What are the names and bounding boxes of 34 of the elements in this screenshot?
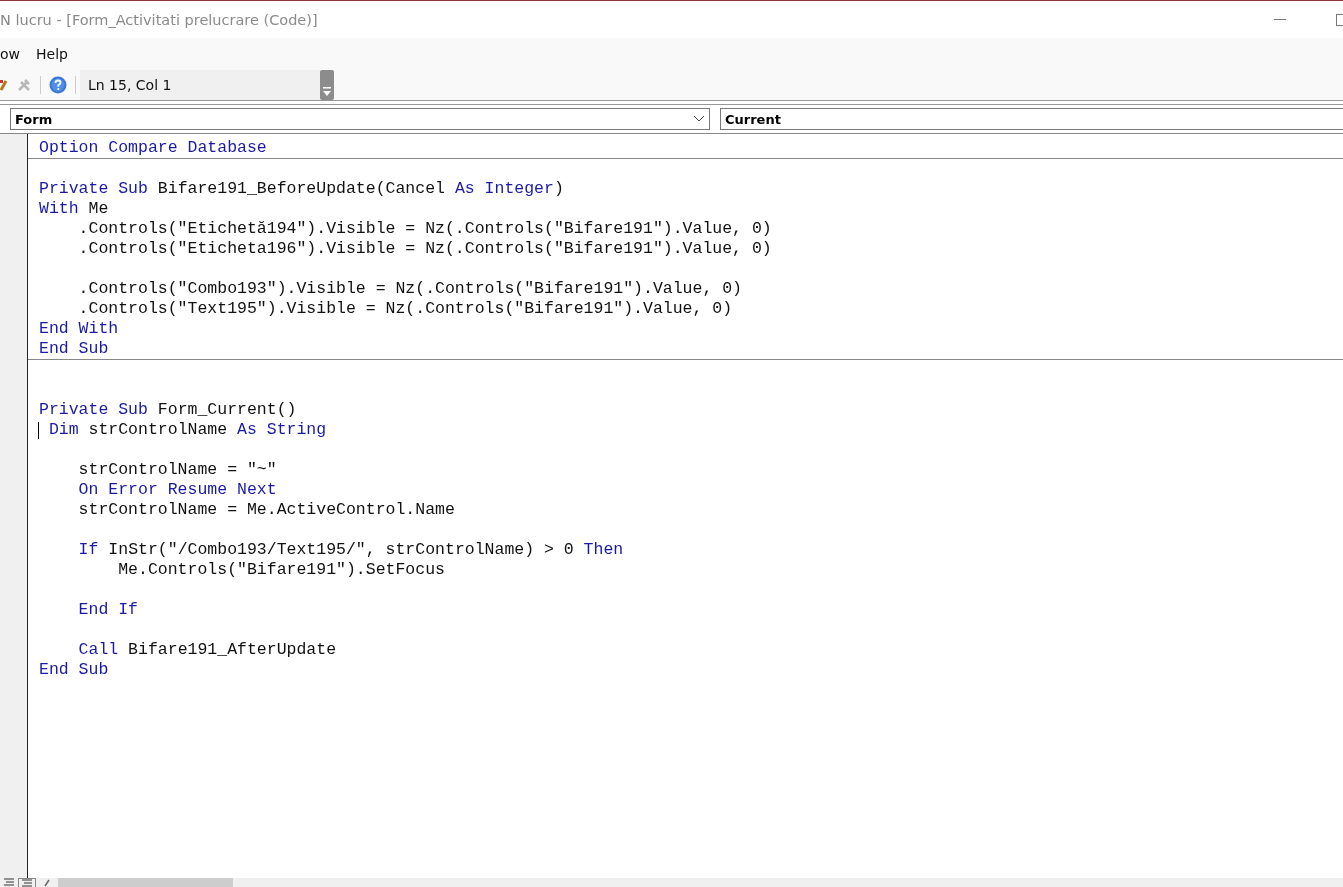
code-line: strControlName = "~" bbox=[77, 460, 277, 479]
pencil-icon[interactable] bbox=[0, 78, 8, 92]
window-title: N lucru - [Form_Activitati prelucrare (Code)] bbox=[0, 11, 318, 28]
code-line: Option Compare Database bbox=[39, 138, 267, 157]
maximize-button[interactable] bbox=[1336, 13, 1343, 26]
code-line: Me.Controls("Bifare191").SetFocus bbox=[117, 560, 445, 579]
code-line: strControlName = Me.ActiveControl.Name bbox=[77, 500, 455, 519]
help-icon[interactable] bbox=[49, 76, 67, 94]
code-line: Call Bifare191_AfterUpdate bbox=[77, 640, 337, 659]
object-dropdown[interactable]: Form bbox=[10, 108, 710, 130]
position-indicator: Ln 15, Col 1 bbox=[80, 70, 320, 100]
menu-item[interactable]: ow bbox=[0, 46, 20, 62]
code-line: Private Sub Bifare191_BeforeUpdate(Cancel As Integer) bbox=[39, 179, 564, 198]
tools-icon[interactable] bbox=[16, 77, 32, 93]
menu-item[interactable]: Help bbox=[36, 46, 68, 62]
code-line: .Controls("Eticheta196").Visible = Nz(.Controls("Bifare191").Value, 0) bbox=[77, 239, 772, 258]
toolbar-options-icon[interactable] bbox=[320, 70, 334, 100]
code-line: Private Sub Form_Current() bbox=[39, 400, 297, 419]
code-line: .Controls("Text195").Visible = Nz(.Controls("Bifare191").Value, 0) bbox=[77, 299, 733, 318]
code-line: Dim strControlName As String bbox=[47, 420, 327, 439]
code-line: End With bbox=[39, 319, 119, 338]
code-line: End Sub bbox=[39, 339, 109, 358]
scroll-left-icon[interactable] bbox=[42, 879, 52, 887]
full-module-view-button[interactable] bbox=[18, 878, 36, 887]
code-line: End Sub bbox=[39, 660, 109, 679]
procedure-dropdown[interactable]: Current bbox=[720, 108, 1343, 130]
code-line: If InStr("/Combo193/Text195/", strControlName) > 0 Then bbox=[77, 540, 624, 559]
code-line: End If bbox=[77, 600, 139, 619]
code-line: .Controls("Combo193").Visible = Nz(.Controls("Bifare191").Value, 0) bbox=[77, 279, 742, 298]
chevron-down-icon bbox=[693, 115, 705, 123]
scrollbar-thumb[interactable] bbox=[58, 878, 233, 887]
code-line: On Error Resume Next bbox=[77, 480, 277, 499]
code-line: .Controls("Etichetă194").Visible = Nz(.Controls("Bifare191").Value, 0) bbox=[77, 219, 772, 238]
code-line: With Me bbox=[39, 199, 109, 218]
